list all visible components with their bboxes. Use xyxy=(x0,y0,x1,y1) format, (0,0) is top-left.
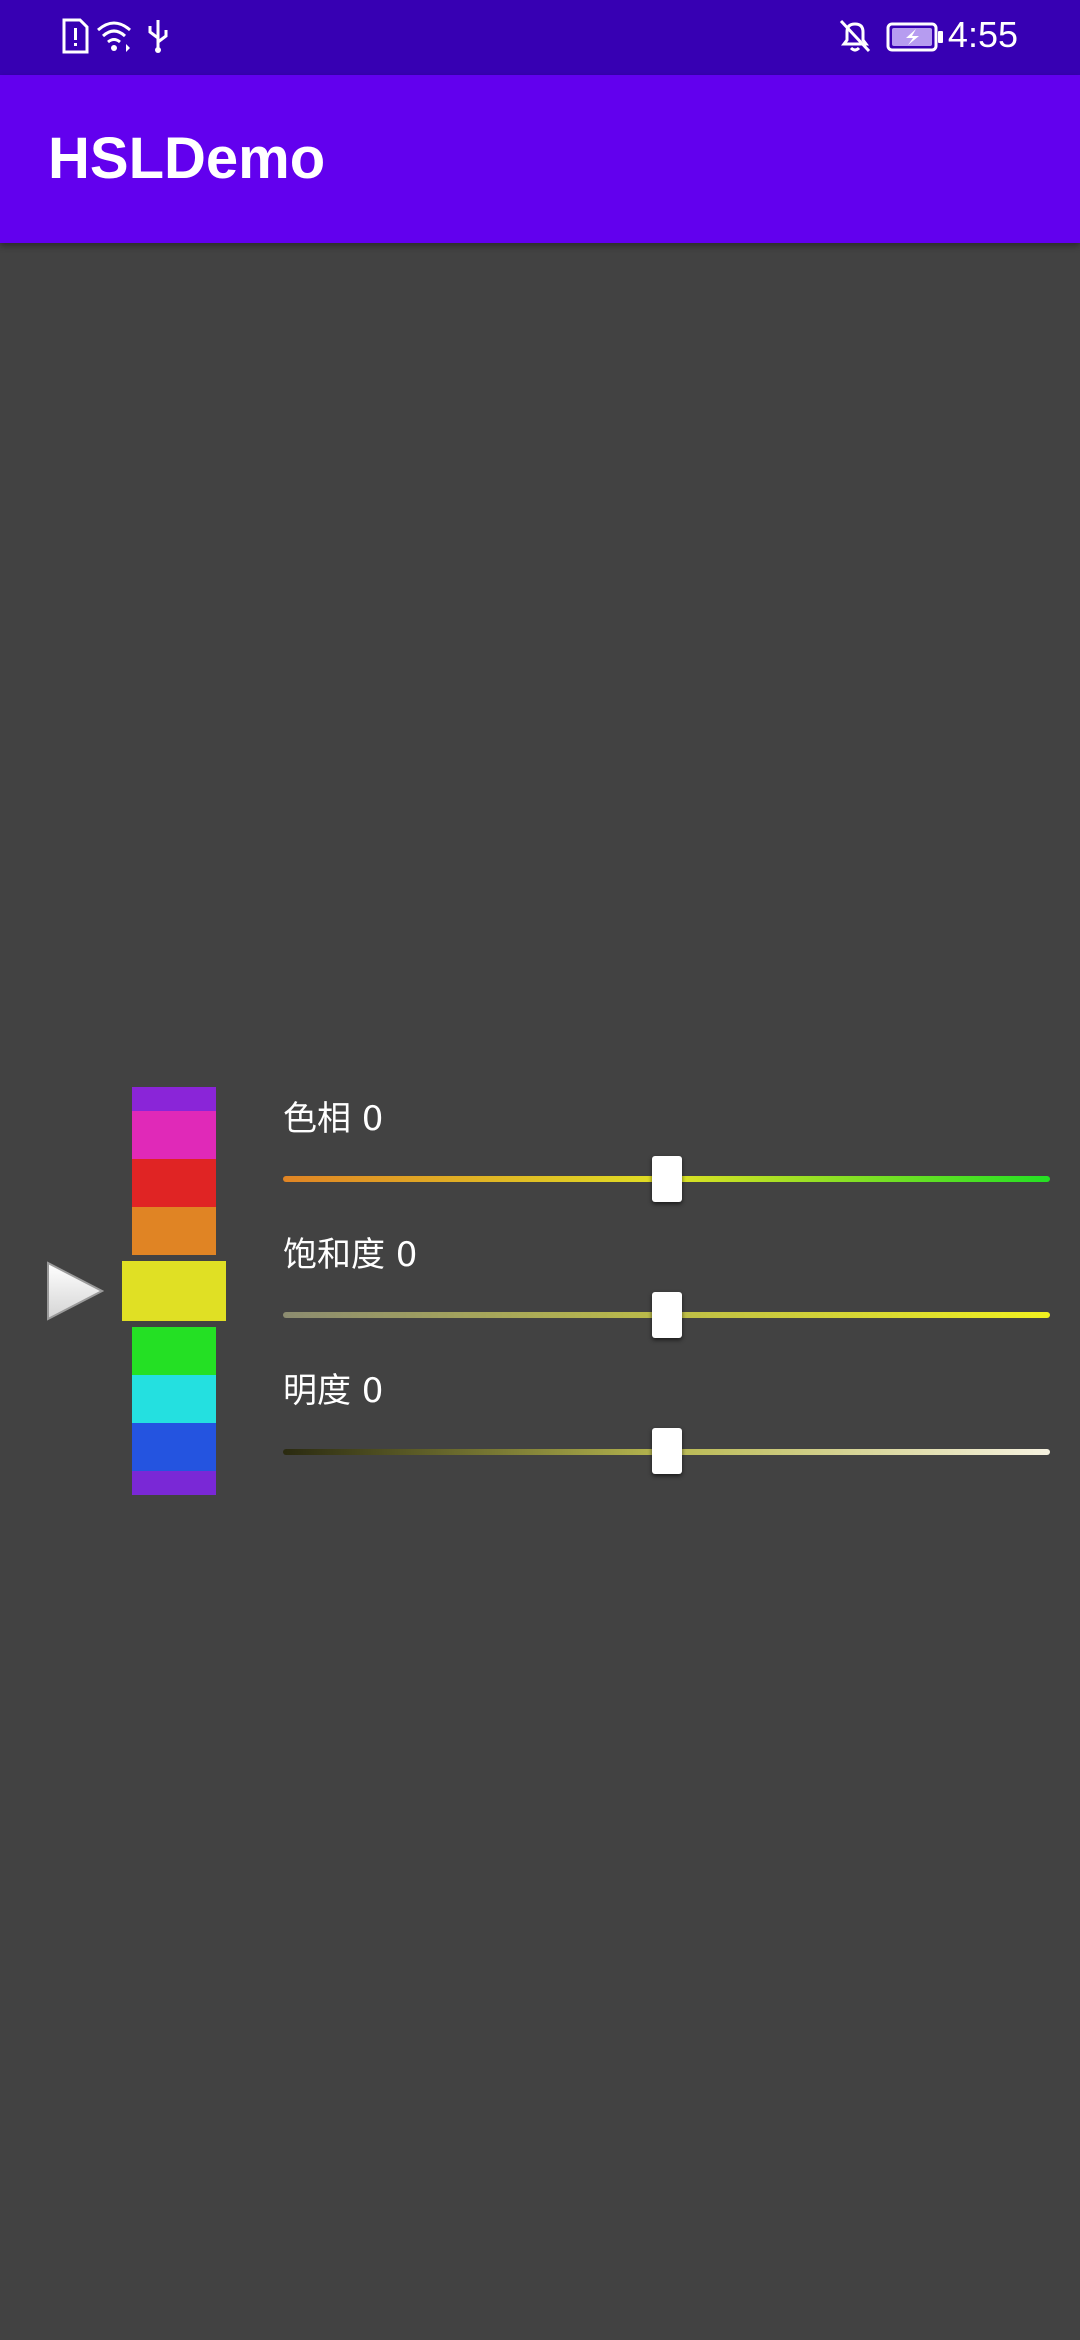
play-arrow-icon xyxy=(46,1261,105,1325)
lightness-slider-thumb[interactable] xyxy=(651,1428,682,1474)
color-swatch-green[interactable] xyxy=(132,1327,216,1375)
color-swatch-orange[interactable] xyxy=(132,1207,216,1255)
wifi-icon xyxy=(96,18,136,58)
app-title: HSLDemo xyxy=(48,126,326,191)
status-bar: 4:55 xyxy=(0,0,1080,75)
hue-slider-thumb[interactable] xyxy=(651,1156,682,1202)
color-swatch-red[interactable] xyxy=(132,1159,216,1207)
app-bar: HSLDemo xyxy=(0,75,1080,243)
color-swatch-blue[interactable] xyxy=(132,1423,216,1471)
hue-label: 色相 0 xyxy=(283,1099,384,1139)
status-time: 4:55 xyxy=(947,14,1018,55)
saturation-slider-thumb[interactable] xyxy=(651,1292,682,1338)
usb-icon xyxy=(146,18,170,58)
notifications-off-icon xyxy=(838,18,872,58)
saturation-label: 饱和度 0 xyxy=(283,1235,418,1275)
lightness-label: 明度 0 xyxy=(283,1371,384,1411)
color-swatch-magenta[interactable] xyxy=(132,1111,216,1159)
color-swatch-yellow[interactable] xyxy=(122,1261,226,1321)
color-swatch-violet[interactable] xyxy=(132,1471,216,1495)
color-swatch-cyan[interactable] xyxy=(132,1375,216,1423)
battery-charging-icon xyxy=(886,22,944,56)
sim-alert-icon xyxy=(60,18,90,58)
color-swatch-purple[interactable] xyxy=(132,1087,216,1111)
